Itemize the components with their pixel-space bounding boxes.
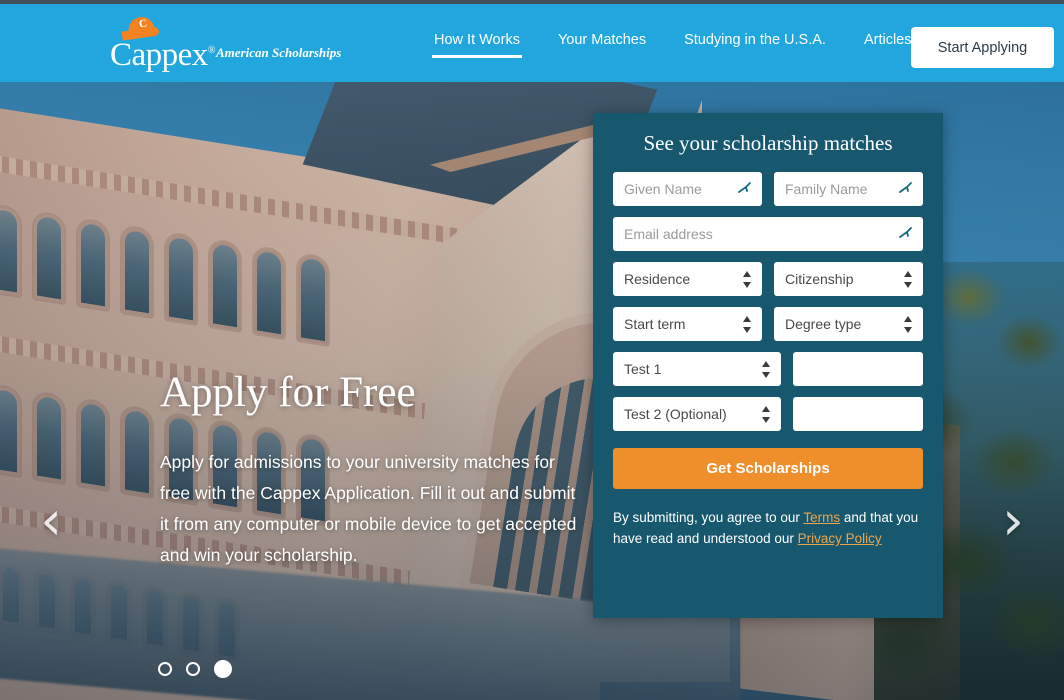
form-row-email: [613, 217, 923, 251]
scholarship-match-form-panel: See your scholarship matches Given Name …: [593, 113, 943, 618]
test-2-select[interactable]: Test 2 (Optional): [613, 397, 781, 431]
form-title: See your scholarship matches: [643, 131, 893, 155]
degree-type-select[interactable]: Degree type: [774, 307, 923, 341]
family-name-field[interactable]: [774, 172, 923, 206]
test-1-select[interactable]: Test 1: [613, 352, 781, 386]
hero-copy: Apply for Free Apply for admissions to y…: [160, 367, 580, 571]
start-applying-button[interactable]: Start Applying: [911, 27, 1054, 68]
citizenship-select[interactable]: Citizenship: [774, 262, 923, 296]
stepper-arrows-icon: [904, 271, 913, 288]
residence-select[interactable]: Residence: [613, 262, 762, 296]
test-1-select-label: Test 1: [624, 361, 662, 377]
site-header: C Cappex® American Scholarships How It W…: [0, 4, 1064, 82]
logo-brand: Cappex: [110, 37, 208, 73]
logo-wordmark: Cappex®: [110, 33, 215, 73]
form-row-test1: Test 1: [613, 352, 923, 386]
legal-disclaimer: By submitting, you agree to our Terms an…: [613, 507, 923, 549]
logo-registered: ®: [207, 45, 216, 56]
main-navigation: How It Works Your Matches Studying in th…: [432, 26, 914, 60]
nav-item-studying-in-the-usa[interactable]: Studying in the U.S.A.: [682, 26, 828, 60]
carousel-dot-1[interactable]: [158, 662, 172, 676]
hero-body-text: Apply for admissions to your university …: [160, 452, 577, 565]
nav-item-articles[interactable]: Articles: [862, 26, 914, 60]
form-row-names: [613, 172, 923, 206]
test-1-score-field[interactable]: [792, 352, 923, 386]
stepper-arrows-icon: [761, 361, 771, 378]
carousel-prev-arrow-icon[interactable]: ‹: [24, 492, 78, 550]
carousel-dots: [158, 660, 232, 678]
nav-item-your-matches[interactable]: Your Matches: [556, 26, 648, 60]
start-term-select[interactable]: Start term: [613, 307, 762, 341]
hero-title: Apply for Free: [160, 369, 416, 416]
nav-item-how-it-works[interactable]: How It Works: [432, 26, 522, 60]
form-row-residence-citizenship: Residence Citizenship: [613, 262, 923, 296]
email-field[interactable]: [613, 217, 923, 251]
test-1-score-input[interactable]: [792, 352, 923, 386]
form-row-test2: Test 2 (Optional): [613, 397, 923, 431]
carousel-dot-3[interactable]: [214, 660, 232, 678]
family-name-input[interactable]: [774, 172, 923, 206]
degree-type-select-label: Degree type: [785, 316, 862, 332]
page-root: C Cappex® American Scholarships How It W…: [0, 0, 1064, 700]
legal-prefix: By submitting, you agree to our: [613, 510, 804, 525]
get-scholarships-button[interactable]: Get Scholarships: [613, 448, 923, 489]
stepper-arrows-icon: [743, 271, 752, 288]
test-2-score-field[interactable]: [792, 397, 923, 431]
given-name-field[interactable]: [613, 172, 762, 206]
site-logo[interactable]: C Cappex® American Scholarships: [110, 15, 360, 73]
carousel-dot-2[interactable]: [186, 662, 200, 676]
cap-letter: C: [138, 17, 148, 31]
carousel-next-arrow-icon[interactable]: ›: [986, 492, 1040, 550]
start-term-select-label: Start term: [624, 316, 686, 332]
test-2-score-input[interactable]: [792, 397, 923, 431]
given-name-input[interactable]: [613, 172, 762, 206]
stepper-arrows-icon: [743, 316, 752, 333]
logo-mark: C Cappex® American Scholarships: [110, 15, 360, 73]
citizenship-select-label: Citizenship: [785, 271, 854, 287]
residence-select-label: Residence: [624, 271, 691, 287]
test-2-select-label: Test 2 (Optional): [624, 406, 727, 422]
form-row-term-degree: Start term Degree type: [613, 307, 923, 341]
stepper-arrows-icon: [904, 316, 913, 333]
terms-link[interactable]: Terms: [803, 510, 840, 525]
email-input[interactable]: [613, 217, 923, 251]
privacy-policy-link[interactable]: Privacy Policy: [798, 531, 882, 546]
match-form: Residence Citizenship Start term Degree …: [593, 172, 943, 431]
stepper-arrows-icon: [761, 406, 771, 423]
logo-tagline: American Scholarships: [216, 45, 342, 60]
